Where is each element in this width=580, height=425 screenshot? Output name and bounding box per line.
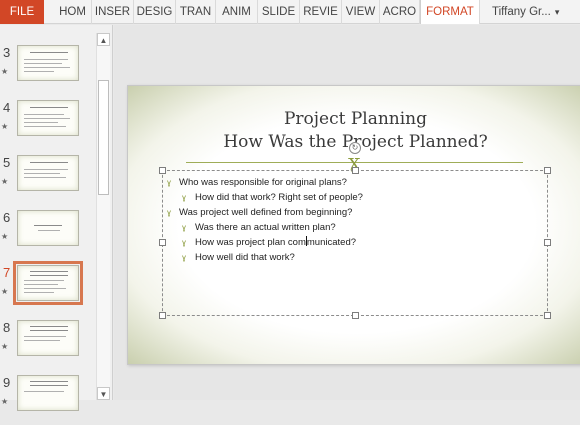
slide-thumbnail-image — [17, 210, 79, 246]
title-line-1: Project Planning — [283, 109, 428, 129]
resize-handle-top[interactable] — [352, 167, 359, 174]
transition-star-icon: ★ — [1, 397, 9, 406]
thumbnail-slide-9[interactable]: 9 ★ — [0, 375, 96, 425]
resize-handle-bottom-right[interactable] — [544, 312, 551, 319]
bullet-icon: ɣ — [167, 178, 172, 187]
scroll-up-icon[interactable]: ▲ — [97, 33, 110, 46]
resize-handle-right[interactable] — [544, 239, 551, 246]
list-item[interactable]: ɣ How well did that work? — [167, 250, 545, 265]
list-item[interactable]: ɣ Was there an actual written plan? — [167, 220, 545, 235]
list-item[interactable]: ɣ How was project plan communicated? — [167, 235, 545, 250]
ribbon-tab-bar: FILE HOM INSER DESIG TRAN ANIM SLIDE REV… — [0, 0, 580, 24]
bullet-text: Who was responsible for original plans? — [179, 177, 347, 188]
tab-file[interactable]: FILE — [0, 0, 44, 24]
rotate-handle-icon[interactable]: ↻ — [349, 142, 361, 154]
tab-view[interactable]: VIEW — [342, 0, 380, 24]
slide-thumbnail-pane: 3 ★ 4 ★ 5 ★ 6 ★ 7 ★ 8 ★ 9 ★ ▲ ▼ — [0, 25, 113, 411]
slide-thumbnail-image — [17, 320, 79, 356]
slide-number: 8 — [3, 320, 11, 335]
slide-number: 3 — [3, 45, 11, 60]
slide-editing-canvas: Project Planning How Was the Project Pla… — [114, 25, 580, 400]
slide-number: 9 — [3, 375, 11, 390]
list-item[interactable]: ɣ Was project well defined from beginning… — [167, 205, 545, 220]
slide-number: 7 — [3, 265, 11, 280]
tab-slideshow[interactable]: SLIDE — [258, 0, 300, 24]
bullet-icon: ɣ — [182, 193, 187, 202]
thumbnail-slide-3[interactable]: 3 ★ — [0, 45, 96, 95]
bullet-icon: ɣ — [167, 208, 172, 217]
transition-star-icon: ★ — [1, 122, 9, 131]
bullet-text-before-cursor: How was project plan com — [195, 237, 306, 248]
user-name: Tiffany Gr... — [492, 6, 551, 18]
resize-handle-left[interactable] — [159, 239, 166, 246]
tab-acrobat[interactable]: ACRO — [380, 0, 420, 24]
bullet-text: How did that work? Right set of people? — [195, 192, 363, 203]
bullet-text: Was project well defined from beginning? — [179, 207, 353, 218]
resize-handle-bottom-left[interactable] — [159, 312, 166, 319]
thumbnail-slide-4[interactable]: 4 ★ — [0, 100, 96, 150]
thumbnail-slide-6[interactable]: 6 ★ — [0, 210, 96, 260]
tab-home[interactable]: HOM — [54, 0, 92, 24]
resize-handle-bottom[interactable] — [352, 312, 359, 319]
tab-insert[interactable]: INSER — [92, 0, 134, 24]
thumbnail-slide-5[interactable]: 5 ★ — [0, 155, 96, 205]
current-slide[interactable]: Project Planning How Was the Project Pla… — [127, 85, 580, 365]
tab-transitions[interactable]: TRAN — [176, 0, 216, 24]
slide-thumbnail-image — [17, 155, 79, 191]
transition-star-icon: ★ — [1, 287, 9, 296]
thumbnail-scrollbar[interactable]: ▲ ▼ — [96, 33, 110, 400]
transition-star-icon: ★ — [1, 67, 9, 76]
tab-design[interactable]: DESIG — [134, 0, 176, 24]
chevron-down-icon: ▾ — [554, 7, 560, 17]
user-account-menu[interactable]: Tiffany Gr... ▾ — [484, 0, 580, 24]
transition-star-icon: ★ — [1, 232, 9, 241]
tab-review[interactable]: REVIE — [300, 0, 342, 24]
bullet-text-after-cursor: municated? — [306, 237, 357, 248]
slide-number: 5 — [3, 155, 11, 170]
tab-animations[interactable]: ANIM — [216, 0, 258, 24]
scroll-down-icon[interactable]: ▼ — [97, 387, 110, 400]
list-item[interactable]: ɣ How did that work? Right set of people? — [167, 190, 545, 205]
resize-handle-top-right[interactable] — [544, 167, 551, 174]
thumbnail-slide-8[interactable]: 8 ★ — [0, 320, 96, 370]
slide-thumbnail-image — [17, 45, 79, 81]
bullet-icon: ɣ — [182, 223, 187, 232]
slide-number: 6 — [3, 210, 11, 225]
bullet-icon: ɣ — [182, 238, 187, 247]
transition-star-icon: ★ — [1, 342, 9, 351]
bullet-text: How well did that work? — [195, 252, 295, 263]
slide-number: 4 — [3, 100, 11, 115]
transition-star-icon: ★ — [1, 177, 9, 186]
thumbnail-slide-7[interactable]: 7 ★ — [0, 261, 96, 315]
list-item[interactable]: ɣ Who was responsible for original plans? — [167, 175, 545, 190]
tab-format[interactable]: FORMAT — [420, 0, 480, 24]
resize-handle-top-left[interactable] — [159, 167, 166, 174]
scrollbar-thumb[interactable] — [98, 80, 109, 195]
slide-thumbnail-image — [13, 261, 83, 305]
bullet-icon: ɣ — [182, 253, 187, 262]
bullet-list: ɣ Who was responsible for original plans?… — [167, 175, 545, 265]
bullet-text: Was there an actual written plan? — [195, 222, 336, 233]
slide-thumbnail-image — [17, 100, 79, 136]
content-placeholder[interactable]: ɣ Who was responsible for original plans?… — [159, 167, 551, 319]
slide-thumbnail-image — [17, 375, 79, 411]
